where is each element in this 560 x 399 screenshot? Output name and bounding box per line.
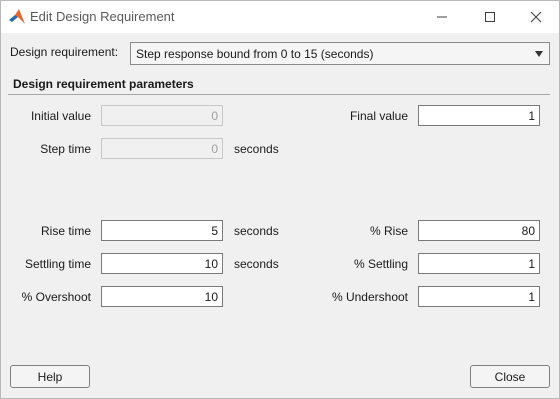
pct-settling-field[interactable] xyxy=(418,253,540,274)
final-value-field[interactable] xyxy=(418,105,540,126)
pct-settling-label: % Settling xyxy=(353,257,408,271)
settling-time-unit: seconds xyxy=(234,257,279,271)
pct-rise-field[interactable] xyxy=(418,220,540,241)
requirement-select-value: Step response bound from 0 to 15 (second… xyxy=(136,47,374,61)
chevron-down-icon xyxy=(535,51,543,57)
undershoot-field[interactable] xyxy=(418,286,540,307)
final-value-label: Final value xyxy=(349,109,408,123)
step-time-label: Step time xyxy=(40,142,91,156)
pct-rise-label: % Rise xyxy=(369,224,408,238)
matlab-logo-icon xyxy=(8,8,26,26)
initial-value-label: Initial value xyxy=(30,109,91,123)
dialog-content: Design requirement: Step response bound … xyxy=(1,33,559,398)
minimize-icon xyxy=(437,16,447,18)
rise-time-label: Rise time xyxy=(40,224,91,238)
section-title: Design requirement parameters xyxy=(13,77,194,91)
close-button[interactable]: Close xyxy=(470,365,550,388)
step-time-unit: seconds xyxy=(234,142,279,156)
minimize-button[interactable] xyxy=(419,1,465,33)
requirement-select[interactable]: Step response bound from 0 to 15 (second… xyxy=(130,42,550,65)
maximize-icon xyxy=(485,12,495,22)
window-title: Edit Design Requirement xyxy=(30,9,175,24)
requirement-label: Design requirement: xyxy=(10,45,119,59)
settling-time-label: Settling time xyxy=(24,257,91,271)
dialog-window: Edit Design Requirement Design requireme… xyxy=(0,0,560,399)
overshoot-field[interactable] xyxy=(101,286,223,307)
rise-time-field[interactable] xyxy=(101,220,223,241)
help-button[interactable]: Help xyxy=(10,365,90,388)
title-bar[interactable]: Edit Design Requirement xyxy=(1,1,559,33)
initial-value-field xyxy=(101,105,223,126)
close-window-button[interactable] xyxy=(513,1,559,33)
close-icon xyxy=(530,11,542,23)
maximize-button[interactable] xyxy=(467,1,513,33)
rise-time-unit: seconds xyxy=(234,224,279,238)
undershoot-label: % Undershoot xyxy=(331,290,408,304)
step-time-field xyxy=(101,138,223,159)
section-divider xyxy=(8,94,550,95)
settling-time-field[interactable] xyxy=(101,253,223,274)
overshoot-label: % Overshoot xyxy=(21,290,91,304)
